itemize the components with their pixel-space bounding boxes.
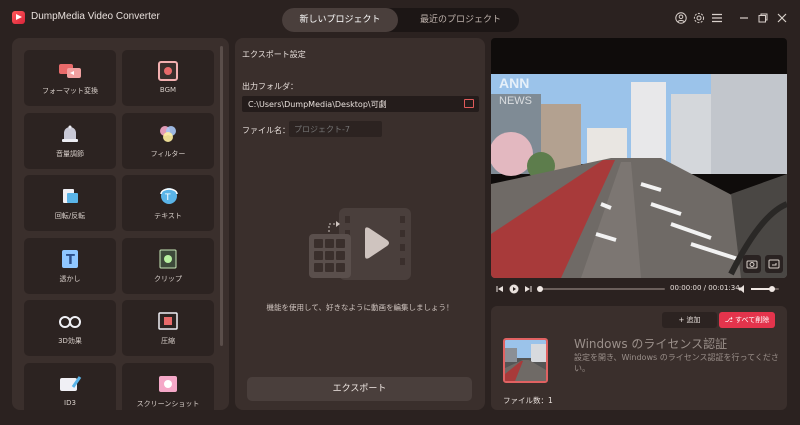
output-folder-field[interactable]: C:\Users\DumpMedia\Desktop\可劇 [242, 96, 479, 112]
output-folder-path: C:\Users\DumpMedia\Desktop\可劇 [248, 100, 387, 109]
file-thumbnail[interactable] [503, 338, 548, 383]
project-tabs: 新しいプロジェクト 最近のプロジェクト [282, 8, 519, 32]
fullscreen-icon [768, 259, 780, 269]
camera-icon [746, 260, 758, 269]
tool-label: フォーマット変換 [42, 87, 98, 95]
bgm-icon [158, 61, 178, 81]
previous-frame-icon[interactable] [496, 285, 504, 293]
tool-label: テキスト [154, 212, 182, 220]
volume-bell-icon [62, 125, 78, 142]
video-frame: ANN NEWS [491, 74, 787, 278]
close-icon[interactable] [776, 12, 788, 24]
delete-all-label: すべて削除 [735, 316, 770, 324]
time-display: 00:00:00 / 00:01:34 [670, 284, 740, 292]
tool-watermark[interactable]: T 透かし [24, 238, 116, 294]
snapshot-button[interactable] [743, 255, 761, 273]
volume-handle[interactable] [769, 286, 775, 292]
next-frame-icon[interactable] [524, 285, 532, 293]
tool-filter[interactable]: フィルター [122, 113, 214, 169]
format-convert-icon [59, 64, 81, 78]
tools-scrollbar[interactable] [220, 46, 223, 346]
windows-activation-title: Windows のライセンス認証 [574, 337, 728, 351]
tool-label: 回転/反転 [54, 212, 86, 220]
video-overlay-ann: ANN [499, 75, 529, 91]
tool-volume[interactable]: 音量調節 [24, 113, 116, 169]
tool-3d-effect[interactable]: 3D効果 [24, 300, 116, 356]
tool-label: クリップ [154, 275, 182, 283]
svg-text:T: T [66, 253, 75, 268]
play-icon[interactable] [509, 284, 519, 294]
thumbnail-image [505, 340, 546, 381]
seek-handle[interactable] [537, 286, 543, 292]
tool-label: 音量調節 [56, 150, 84, 158]
folder-icon[interactable] [464, 99, 474, 108]
user-icon[interactable] [675, 12, 687, 24]
seek-bar[interactable] [537, 286, 665, 292]
filter-icon [160, 126, 176, 142]
volume-slider[interactable] [751, 286, 779, 292]
tool-label: 透かし [59, 275, 81, 283]
watermark-icon: T [62, 250, 78, 268]
text-icon: T [160, 188, 178, 204]
minimize-icon[interactable] [738, 12, 750, 24]
crop-icon [159, 249, 177, 269]
id3-icon [60, 376, 82, 391]
rotate-icon [63, 189, 78, 203]
playback-controls: 00:00:00 / 00:01:34 [491, 280, 787, 298]
output-folder-label: 出力フォルダ： [242, 82, 298, 91]
tool-compress[interactable]: 圧縮 [122, 300, 214, 356]
video-overlay-news: NEWS [499, 95, 532, 107]
tab-recent-projects[interactable]: 最近のプロジェクト [402, 8, 519, 32]
fullscreen-button[interactable] [765, 255, 783, 273]
title-bar: DumpMedia Video Converter 新しいプロジェクト 最近のプ… [0, 0, 800, 36]
tool-label: 圧縮 [161, 337, 175, 345]
file-count: ファイル数：1 [503, 396, 553, 405]
export-button[interactable]: エクスポート [247, 377, 472, 401]
file-list-panel: + 追加 ⎇ すべて削除 ファイル数：1 Windows のライセンス認証 設定… [491, 306, 787, 410]
app-logo-icon [12, 11, 25, 24]
video-preview: ANN NEWS [491, 38, 787, 278]
tool-label: フィルター [150, 150, 186, 158]
windows-activation-text: 設定を開き、Windows のライセンス認証を行ってくださ い。 [574, 353, 779, 373]
tool-id3[interactable]: ID3 [24, 363, 116, 410]
delete-all-button[interactable]: ⎇ すべて削除 [719, 312, 775, 328]
tool-bgm[interactable]: BGM [122, 50, 214, 106]
svg-text:T: T [164, 193, 171, 203]
tool-label: ID3 [64, 399, 76, 407]
tool-label: BGM [159, 86, 177, 94]
add-file-button[interactable]: + 追加 [662, 312, 717, 328]
trash-icon: ⎇ [724, 316, 736, 324]
edit-video-illustration-icon [309, 208, 411, 280]
app-title: DumpMedia Video Converter [31, 11, 160, 22]
filename-label: ファイル名： [242, 126, 290, 135]
compress-icon [158, 312, 178, 330]
tool-crop[interactable]: クリップ [122, 238, 214, 294]
gear-icon[interactable] [693, 12, 705, 24]
tool-format-convert[interactable]: フォーマット変換 [24, 50, 116, 106]
tools-panel: フォーマット変換 BGM 音量調節 フィルター 回転/反転 T テキスト T 透… [12, 38, 229, 410]
filename-input[interactable] [289, 121, 382, 137]
tool-text[interactable]: T テキスト [122, 175, 214, 231]
maximize-icon[interactable] [757, 12, 769, 24]
tool-label: 3D効果 [58, 337, 82, 345]
tab-new-project[interactable]: 新しいプロジェクト [282, 8, 398, 32]
export-settings-panel: エクスポート設定 出力フォルダ： C:\Users\DumpMedia\Desk… [235, 38, 485, 410]
tool-label: スクリーンショット [136, 400, 200, 408]
3d-glasses-icon [59, 316, 81, 328]
tool-screenshot[interactable]: スクリーンショット [122, 363, 214, 410]
edit-hint-text: 機能を使用して、好きなように動画を編集しましょう！ [266, 303, 454, 312]
export-settings-title: エクスポート設定 [242, 50, 306, 59]
volume-icon[interactable] [738, 284, 748, 294]
screenshot-icon [159, 376, 177, 392]
tool-rotate[interactable]: 回転/反転 [24, 175, 116, 231]
menu-icon[interactable] [711, 12, 723, 24]
